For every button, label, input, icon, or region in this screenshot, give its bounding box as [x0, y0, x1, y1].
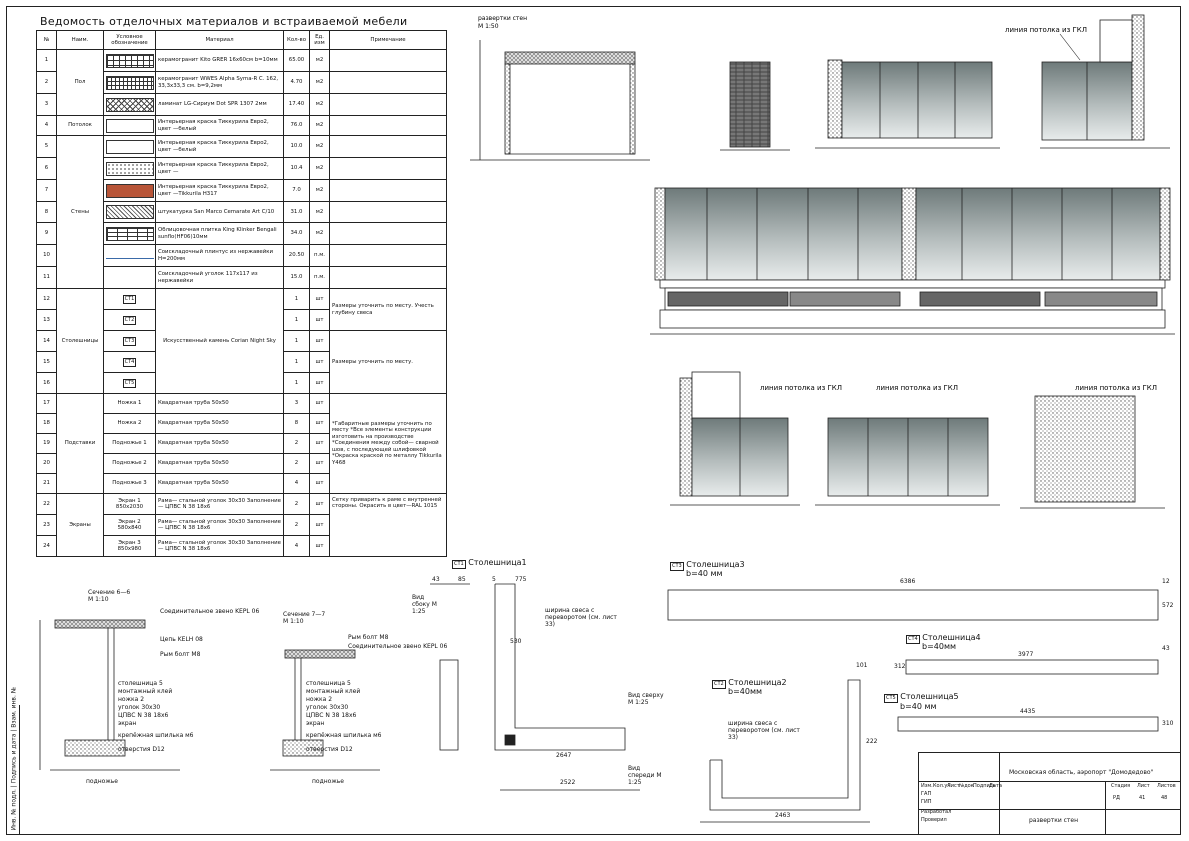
section-7-label: Рым болт M8 [348, 634, 389, 641]
wall-unfold-4 [1040, 14, 1170, 149]
section-7-scale: М 1:10 [283, 618, 304, 625]
gkl-label-1: линия потолка из ГКЛ [1005, 26, 1087, 34]
countertop-3-drawing [667, 589, 1159, 621]
countertop-2-drawing [700, 679, 870, 823]
section-b-label: ЦПВС N 38 18x6 [118, 712, 169, 719]
section-7-title: Сечение 7—7 [283, 611, 326, 618]
section-b-label: ножка 2 [118, 696, 145, 703]
section-b-label: столешница 5 [118, 680, 163, 687]
section-b-scale: М 1:10 [88, 596, 109, 603]
section-7-label: экран [306, 720, 325, 727]
wall-unfold-1 [470, 40, 650, 161]
section-7-label: отверстия D12 [306, 746, 353, 753]
wall-unfold-2 [720, 61, 790, 151]
wall-unfold-3 [815, 59, 1000, 149]
wall-unfold-7 [1020, 395, 1165, 509]
gkl-label-2: линия потолка из ГКЛ [760, 384, 842, 392]
wall-unfold-6 [815, 417, 1000, 506]
project-name: Московская область, аэропорт "Домодедово… [1009, 769, 1154, 776]
gkl-label-3: линия потолка из ГКЛ [876, 384, 958, 392]
section-b-title: Сечение 6—6 [88, 589, 131, 596]
gkl-label-4: линия потолка из ГКЛ [1075, 384, 1157, 392]
main-elevation [650, 187, 1175, 335]
section-b-label: монтажный клей [118, 688, 173, 695]
section-7-label: монтажный клей [306, 688, 361, 695]
section-b-label: подножье [86, 778, 118, 785]
sheet-name: развертки стен [1029, 817, 1079, 824]
section-7-label: ЦПВС N 38 18x6 [306, 712, 357, 719]
section-b-label: экран [118, 720, 137, 727]
unfold-scale: М 1:50 [478, 23, 499, 30]
countertop-4-drawing [905, 659, 1159, 675]
section-7-label: подножье [312, 778, 344, 785]
drawing-canvas: развертки стен М 1:50 линия потолка из Г… [39, 14, 1175, 823]
section-7-label: уголок 30x30 [306, 704, 349, 711]
unfold-title: развертки стен [478, 15, 527, 22]
section-b-label: Соединительное звено KEPL 06 [160, 608, 260, 615]
section-b-label: отверстия D12 [118, 746, 165, 753]
section-7-label: крепёжная шпилька м6 [306, 732, 382, 739]
section-7-label: ножка 2 [306, 696, 333, 703]
countertop-1-title: СТ1 Столешница1 [452, 558, 527, 569]
section-b-label: Цепь KELH 08 [160, 636, 203, 643]
section-b-label: крепёжная шпилька м6 [118, 732, 194, 739]
section-7-label: Соединительное звено KEPL 06 [348, 643, 448, 650]
section-7-label: столешница 5 [306, 680, 351, 687]
countertop-5-drawing [897, 716, 1159, 732]
title-block: Московская область, аэропорт "Домодедово… [918, 752, 1181, 835]
section-b-label: Рым болт M8 [160, 651, 201, 658]
section-b-label: уголок 30x30 [118, 704, 161, 711]
